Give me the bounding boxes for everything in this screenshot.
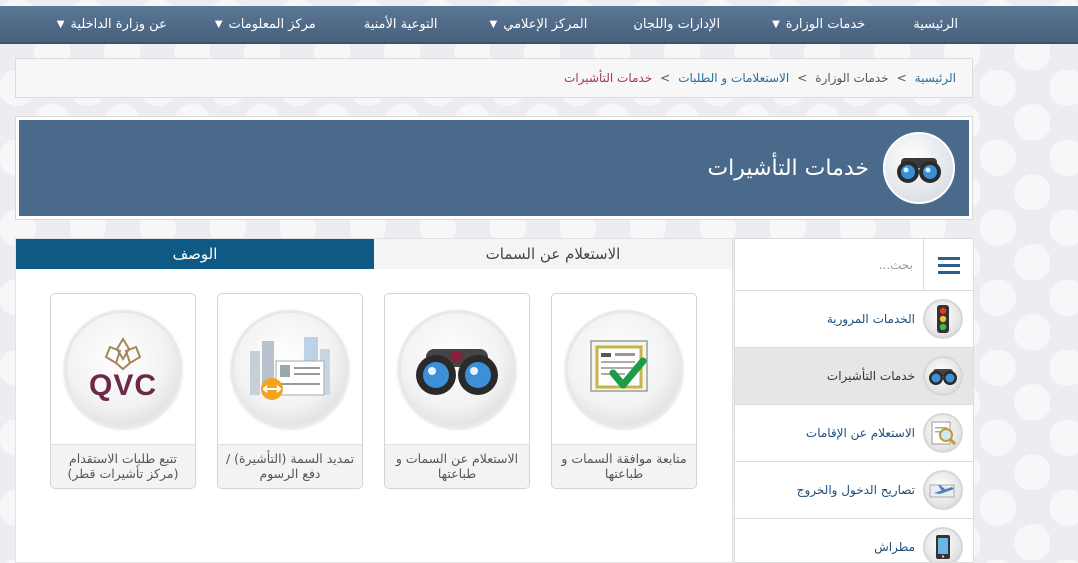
sidebar-item-entry-exit-permits[interactable]: تصاريح الدخول والخروج: [735, 462, 973, 519]
nav-item-label: الرئيسية: [913, 16, 958, 32]
sidebar-item-label: خدمات التأشيرات: [826, 369, 915, 383]
breadcrumb-current: خدمات التأشيرات: [564, 71, 653, 85]
sidebar-item-label: مطراش: [874, 540, 915, 554]
nav-item-about-ministry[interactable]: عن وزارة الداخلية ▼: [57, 5, 167, 43]
page-header-banner: خدمات التأشيرات: [19, 120, 969, 216]
visa-extension-icon: [231, 310, 349, 428]
page-header: خدمات التأشيرات: [15, 116, 973, 220]
qvc-logo-text: QVC: [89, 369, 158, 402]
card-label: تتبع طلبات الاستقدام (مركز تأشيرات قطر): [51, 444, 195, 488]
airplane-icon: [923, 470, 963, 510]
service-card-qvc-tracking[interactable]: QVC تتبع طلبات الاستقدام (مركز تأشيرات ق…: [50, 293, 196, 489]
service-card-visa-extension[interactable]: تمديد السمة (التأشيرة) / دفع الرسوم: [217, 293, 363, 489]
page-title: خدمات التأشيرات: [707, 155, 869, 181]
card-image: QVC: [51, 294, 195, 444]
nav-item-label: التوعية الأمنية: [363, 16, 438, 32]
top-navigation: الرئيسية خدمات الوزارة ▼ الإدارات واللجا…: [0, 6, 1078, 44]
magnifier-document-icon: [923, 413, 963, 453]
breadcrumb-separator: >: [660, 71, 671, 85]
hamburger-icon: [937, 257, 960, 274]
nav-item-media-center[interactable]: المركز الإعلامي ▼: [490, 5, 588, 43]
service-card-visa-approval[interactable]: متابعة موافقة السمات و طباعتها: [551, 293, 697, 489]
breadcrumb: الرئيسية > خدمات الوزارة > الاستعلامات و…: [15, 58, 973, 98]
nav-item-label: مركز المعلومات: [228, 16, 316, 32]
chevron-down-icon: ▼: [56, 18, 65, 30]
traffic-light-icon: [923, 299, 963, 339]
breadcrumb-separator: >: [797, 71, 808, 85]
sidebar-item-visa-services[interactable]: خدمات التأشيرات: [735, 348, 973, 405]
service-card-visa-inquiry[interactable]: الاستعلام عن السمات و طباعتها: [384, 293, 530, 489]
chevron-down-icon: ▼: [772, 18, 780, 30]
nav-item-label: خدمات الوزارة: [785, 16, 866, 32]
chevron-down-icon: ▼: [489, 18, 498, 30]
service-cards: متابعة موافقة السمات و طباعتها الاستعلام…: [50, 293, 697, 489]
nav-item-label: الإدارات واللجان: [633, 16, 721, 32]
card-label: تمديد السمة (التأشيرة) / دفع الرسوم: [218, 444, 362, 488]
sidebar-item-label: الاستعلام عن الإقامات: [805, 426, 915, 440]
service-content-panel: الاستعلام عن السمات الوصف متابعة موافقة …: [15, 238, 733, 563]
breadcrumb-separator: >: [896, 71, 907, 85]
sidebar-item-label: الخدمات المرورية: [826, 312, 915, 326]
sidebar-search-input[interactable]: [735, 239, 923, 290]
breadcrumb-inquiries-link[interactable]: الاستعلامات و الطلبات: [678, 71, 789, 85]
tab-bar: الاستعلام عن السمات الوصف: [16, 239, 732, 269]
service-sidebar: الخدمات المرورية خدمات التأشيرات الاستعل: [734, 238, 974, 563]
card-label: الاستعلام عن السمات و طباعتها: [385, 444, 529, 488]
nav-item-information-center[interactable]: مركز المعلومات ▼: [215, 5, 316, 43]
nav-item-label: عن وزارة الداخلية: [70, 16, 167, 32]
card-label: متابعة موافقة السمات و طباعتها: [552, 444, 696, 488]
nav-item-label: المركز الإعلامي: [503, 16, 588, 32]
binoculars-icon: [883, 132, 955, 204]
nav-item-ministry-services[interactable]: خدمات الوزارة ▼: [772, 5, 865, 43]
tab-description[interactable]: الوصف: [16, 239, 374, 269]
qvc-logo-icon: QVC: [64, 310, 182, 428]
metrash-phone-icon: [923, 527, 963, 562]
card-image: [385, 294, 529, 444]
tab-visa-inquiry[interactable]: الاستعلام عن السمات: [374, 239, 732, 269]
sidebar-item-metrash[interactable]: مطراش: [735, 519, 973, 562]
card-image: [218, 294, 362, 444]
sidebar-item-traffic[interactable]: الخدمات المرورية: [735, 291, 973, 348]
nav-item-departments[interactable]: الإدارات واللجان: [633, 5, 720, 43]
binoculars-icon: [398, 310, 516, 428]
card-image: [552, 294, 696, 444]
nav-item-home[interactable]: الرئيسية: [913, 5, 958, 43]
binoculars-icon: [923, 356, 963, 396]
approval-document-icon: [565, 310, 683, 428]
sidebar-item-label: تصاريح الدخول والخروج: [796, 483, 915, 497]
hamburger-menu-button[interactable]: [923, 239, 973, 291]
sidebar-search: [735, 239, 973, 291]
breadcrumb-ministry-services-link[interactable]: خدمات الوزارة: [815, 71, 888, 85]
chevron-down-icon: ▼: [214, 18, 223, 30]
nav-item-security-awareness[interactable]: التوعية الأمنية: [364, 5, 438, 43]
sidebar-item-residency-inquiry[interactable]: الاستعلام عن الإقامات: [735, 405, 973, 462]
breadcrumb-home-link[interactable]: الرئيسية: [915, 71, 956, 85]
